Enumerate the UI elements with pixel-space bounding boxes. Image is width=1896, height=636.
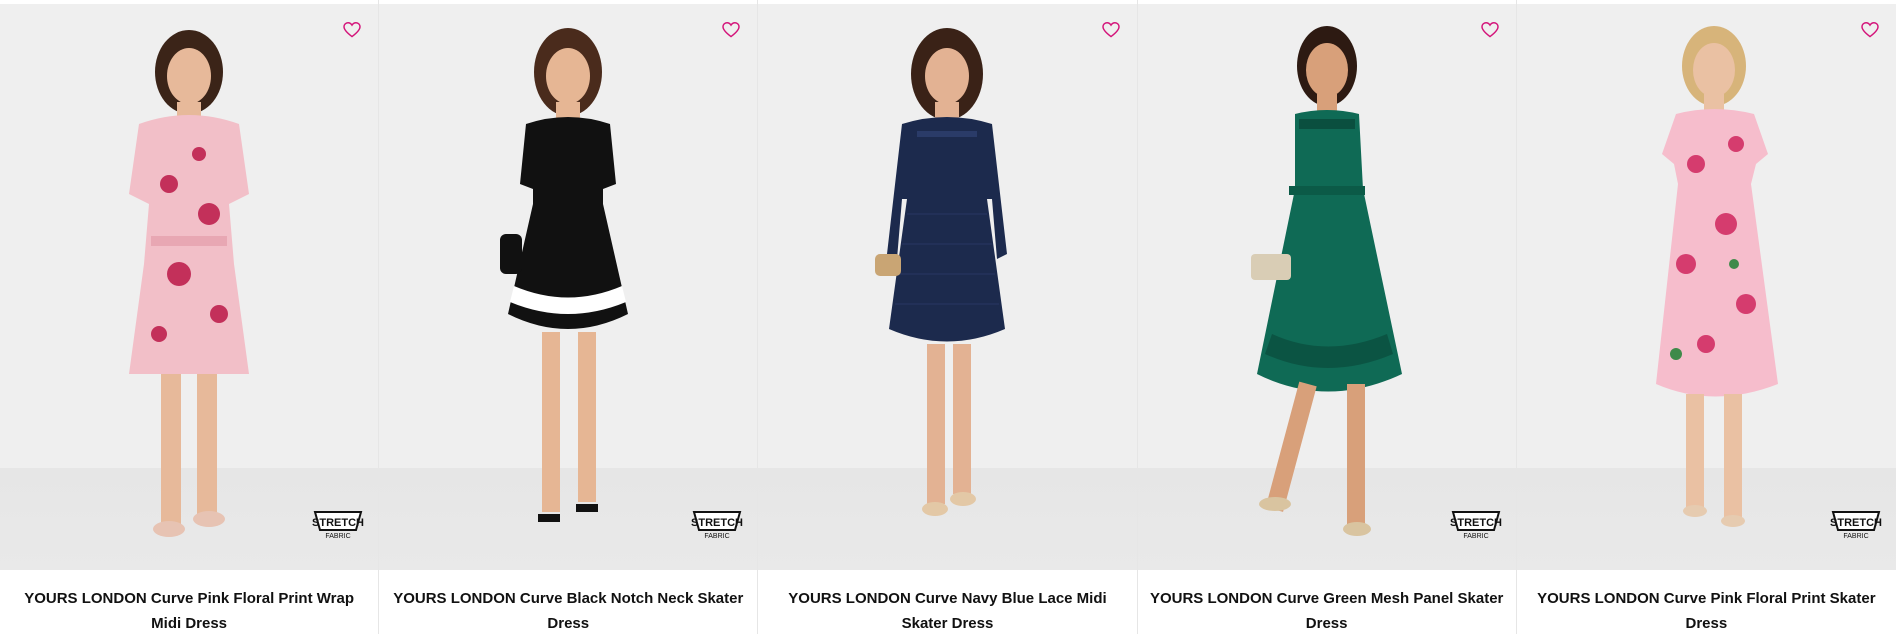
product-card[interactable]: STRETCH FABRIC YOURS LONDON Curve Green … <box>1137 0 1517 636</box>
product-card[interactable]: STRETCH FABRIC YOURS LONDON Curve Black … <box>379 0 759 636</box>
model-figure <box>875 28 1008 516</box>
svg-text:STRETCH: STRETCH <box>312 517 364 529</box>
product-card[interactable]: STRETCH FABRIC YOURS LONDON Curve Pink F… <box>1516 0 1896 636</box>
wishlist-heart-icon[interactable] <box>1101 20 1121 40</box>
stretch-fabric-icon: STRETCH FABRIC <box>1450 508 1502 540</box>
svg-text:STRETCH: STRETCH <box>1830 517 1882 529</box>
product-title[interactable]: YOURS LONDON Curve Navy Blue Lace Midi S… <box>770 586 1124 636</box>
svg-text:STRETCH: STRETCH <box>1450 517 1502 529</box>
stretch-fabric-icon: STRETCH FABRIC <box>691 508 743 540</box>
product-title[interactable]: YOURS LONDON Curve Green Mesh Panel Skat… <box>1150 586 1504 636</box>
product-title[interactable]: YOURS LONDON Curve Pink Floral Print Ska… <box>1529 586 1884 636</box>
product-title[interactable]: YOURS LONDON Curve Black Notch Neck Skat… <box>391 586 745 636</box>
model-figure <box>1250 26 1402 536</box>
model-figure <box>500 28 629 522</box>
product-image[interactable] <box>758 4 1137 570</box>
stretch-fabric-icon: STRETCH FABRIC <box>312 508 364 540</box>
svg-text:FABRIC: FABRIC <box>705 533 730 540</box>
svg-text:STRETCH: STRETCH <box>691 517 743 529</box>
model-figure <box>129 30 250 537</box>
stretch-fabric-icon: STRETCH FABRIC <box>1830 508 1882 540</box>
product-image[interactable]: STRETCH FABRIC <box>379 4 758 570</box>
wishlist-heart-icon[interactable] <box>721 20 741 40</box>
svg-text:FABRIC: FABRIC <box>1843 533 1868 540</box>
product-card[interactable]: YOURS LONDON Curve Navy Blue Lace Midi S… <box>758 0 1138 636</box>
product-image[interactable]: STRETCH FABRIC <box>1137 4 1516 570</box>
product-grid: STRETCH FABRIC YOURS LONDON Curve Pink F… <box>0 0 1896 634</box>
wishlist-heart-icon[interactable] <box>342 20 362 40</box>
model-figure <box>1656 26 1779 527</box>
product-card[interactable]: STRETCH FABRIC YOURS LONDON Curve Pink F… <box>0 0 380 636</box>
svg-text:FABRIC: FABRIC <box>326 533 351 540</box>
product-image[interactable]: STRETCH FABRIC <box>0 4 379 570</box>
product-title[interactable]: YOURS LONDON Curve Pink Floral Print Wra… <box>12 586 366 636</box>
wishlist-heart-icon[interactable] <box>1860 20 1880 40</box>
wishlist-heart-icon[interactable] <box>1480 20 1500 40</box>
svg-text:FABRIC: FABRIC <box>1463 533 1488 540</box>
product-image[interactable]: STRETCH FABRIC <box>1516 4 1896 570</box>
